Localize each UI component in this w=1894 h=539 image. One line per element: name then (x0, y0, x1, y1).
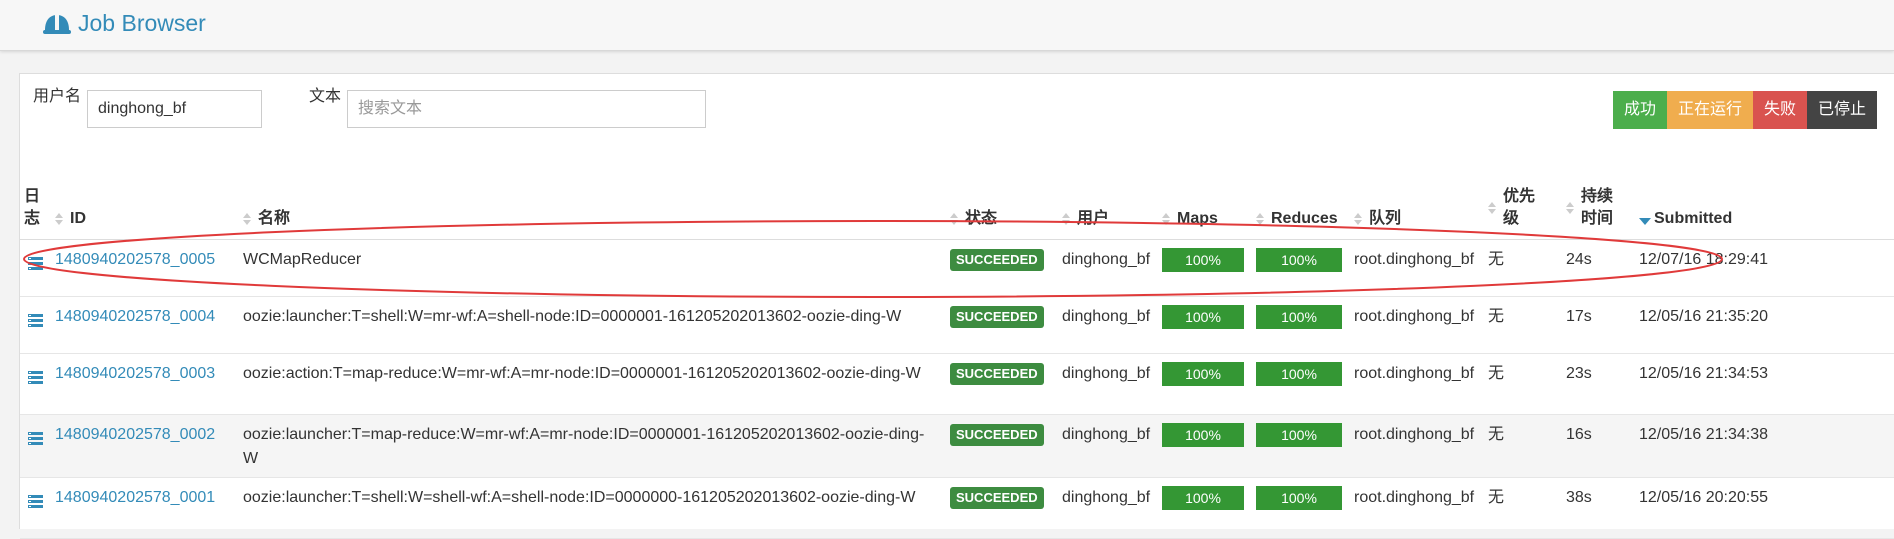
job-id-link[interactable]: 1480940202578_0004 (55, 308, 215, 325)
succeeded-filter-button[interactable]: 成功 (1613, 91, 1667, 129)
status-badge: SUCCEEDED (950, 424, 1044, 446)
maps-progress-bar: 100% (1162, 486, 1244, 510)
log-list-icon[interactable] (28, 368, 43, 384)
job-id-link[interactable]: 1480940202578_0002 (55, 426, 215, 443)
job-name: oozie:launcher:T=shell:W=mr-wf:A=shell-n… (243, 296, 950, 354)
sort-arrows-icon (243, 213, 252, 225)
column-header-submitted[interactable]: Submitted (1639, 182, 1894, 240)
sort-arrows-icon (1062, 213, 1071, 225)
job-user: dinghong_bf (1062, 353, 1162, 415)
column-header-maps[interactable]: Maps (1162, 182, 1256, 240)
job-duration: 23s (1566, 353, 1639, 415)
job-name: WCMapReducer (243, 239, 950, 297)
column-header-log[interactable]: 日志 (20, 182, 55, 240)
job-submitted: 12/05/16 21:34:38 (1639, 414, 1894, 478)
job-user: dinghong_bf (1062, 414, 1162, 478)
status-badge: SUCCEEDED (950, 306, 1044, 328)
job-duration: 16s (1566, 414, 1639, 478)
job-name: oozie:launcher:T=map-reduce:W=mr-wf:A=mr… (243, 414, 950, 478)
username-label: 用户名 (33, 88, 82, 105)
maps-progress-bar: 100% (1162, 305, 1244, 329)
job-priority: 无 (1488, 414, 1566, 478)
text-label: 文本 (309, 88, 342, 105)
job-queue: root.dinghong_bf (1354, 353, 1488, 415)
job-priority: 无 (1488, 477, 1566, 539)
log-list-icon[interactable] (28, 254, 43, 270)
sort-arrows-icon (1162, 213, 1171, 225)
sort-arrows-icon (1354, 213, 1363, 225)
failed-filter-button[interactable]: 失败 (1753, 91, 1807, 129)
job-row[interactable]: 1480940202578_0002 oozie:launcher:T=map-r… (20, 414, 1894, 478)
job-name: oozie:action:T=map-reduce:W=mr-wf:A=mr-n… (243, 353, 950, 415)
maps-progress-bar: 100% (1162, 423, 1244, 447)
column-header-reduces[interactable]: Reduces (1256, 182, 1354, 240)
sort-arrows-icon (1256, 213, 1265, 225)
maps-progress-bar: 100% (1162, 248, 1244, 272)
job-queue: root.dinghong_bf (1354, 296, 1488, 354)
job-id-link[interactable]: 1480940202578_0001 (55, 489, 215, 506)
hard-hat-icon (42, 9, 72, 44)
reduces-progress-bar: 100% (1256, 305, 1342, 329)
status-badge: SUCCEEDED (950, 363, 1044, 385)
job-row[interactable]: 1480940202578_0001 oozie:launcher:T=shell… (20, 477, 1894, 539)
reduces-progress-bar: 100% (1256, 486, 1342, 510)
column-header-priority[interactable]: 优先级 (1488, 182, 1566, 240)
sort-arrows-icon (1488, 202, 1497, 214)
job-name: oozie:launcher:T=shell:W=shell-wf:A=shel… (243, 477, 950, 539)
log-list-icon[interactable] (28, 311, 43, 327)
sort-arrows-icon (55, 213, 64, 225)
text-search-input[interactable] (347, 90, 706, 128)
job-submitted: 12/05/16 20:20:55 (1639, 477, 1894, 539)
job-queue: root.dinghong_bf (1354, 239, 1488, 297)
job-row[interactable]: 1480940202578_0003 oozie:action:T=map-red… (20, 353, 1894, 415)
job-queue: root.dinghong_bf (1354, 477, 1488, 539)
status-badge: SUCCEEDED (950, 249, 1044, 271)
job-id-link[interactable]: 1480940202578_0005 (55, 251, 215, 268)
job-submitted: 12/07/16 18:29:41 (1639, 239, 1894, 297)
column-header-name[interactable]: 名称 (243, 182, 950, 240)
column-header-status[interactable]: 状态 (950, 182, 1062, 240)
table-header-row: 日志 ID 名称 状态 用户 Maps Reduces 队列 优先级 持续时间 … (20, 182, 1894, 240)
log-list-icon[interactable] (28, 492, 43, 508)
column-header-queue[interactable]: 队列 (1354, 182, 1488, 240)
job-submitted: 12/05/16 21:34:53 (1639, 353, 1894, 415)
maps-progress-bar: 100% (1162, 362, 1244, 386)
job-user: dinghong_bf (1062, 239, 1162, 297)
running-filter-button[interactable]: 正在运行 (1667, 91, 1753, 129)
reduces-progress-bar: 100% (1256, 362, 1342, 386)
job-submitted: 12/05/16 21:35:20 (1639, 296, 1894, 354)
stopped-filter-button[interactable]: 已停止 (1807, 91, 1877, 129)
sort-arrows-icon (1566, 202, 1575, 214)
status-badge: SUCCEEDED (950, 487, 1044, 509)
job-queue: root.dinghong_bf (1354, 414, 1488, 478)
column-header-user[interactable]: 用户 (1062, 182, 1162, 240)
job-priority: 无 (1488, 239, 1566, 297)
job-duration: 38s (1566, 477, 1639, 539)
app-title[interactable]: Job Browser (78, 10, 206, 37)
sort-descending-icon (1639, 214, 1651, 225)
job-id-link[interactable]: 1480940202578_0003 (55, 365, 215, 382)
jobs-table: 日志 ID 名称 状态 用户 Maps Reduces 队列 优先级 持续时间 … (20, 182, 1894, 539)
job-panel: 用户名 文本 成功 正在运行 失败 已停止 日志 ID 名称 状态 用户 Map… (19, 73, 1894, 539)
job-row[interactable]: 1480940202578_0005 WCMapReducer SUCCEEDED d… (20, 239, 1894, 297)
username-filter-input[interactable] (87, 90, 262, 128)
job-user: dinghong_bf (1062, 477, 1162, 539)
top-navbar: Job Browser (0, 0, 1894, 51)
job-row[interactable]: 1480940202578_0004 oozie:launcher:T=shell… (20, 296, 1894, 354)
reduces-progress-bar: 100% (1256, 423, 1342, 447)
sort-arrows-icon (950, 213, 959, 225)
column-header-id[interactable]: ID (55, 182, 243, 240)
job-user: dinghong_bf (1062, 296, 1162, 354)
column-header-duration[interactable]: 持续时间 (1566, 182, 1639, 240)
log-list-icon[interactable] (28, 429, 43, 445)
job-priority: 无 (1488, 353, 1566, 415)
job-duration: 24s (1566, 239, 1639, 297)
job-priority: 无 (1488, 296, 1566, 354)
job-duration: 17s (1566, 296, 1639, 354)
reduces-progress-bar: 100% (1256, 248, 1342, 272)
